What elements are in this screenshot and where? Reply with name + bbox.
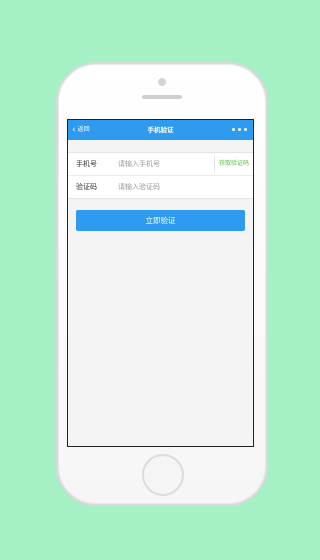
more-dots-icon[interactable] [232, 128, 247, 131]
phone-screen: ‹ 返回 手机验证 手机号 获取验证码 验证码 立即验证 [67, 119, 254, 447]
dot [232, 128, 235, 131]
verify-form: 手机号 获取验证码 验证码 [68, 152, 253, 199]
phone-row: 手机号 获取验证码 [68, 153, 253, 175]
code-row: 验证码 [68, 175, 253, 198]
code-label: 验证码 [76, 183, 97, 191]
page-title: 手机验证 [147, 126, 174, 134]
dot [244, 128, 247, 131]
get-code-button[interactable]: 获取验证码 [213, 156, 253, 172]
home-button[interactable] [142, 454, 184, 496]
speaker-grille [142, 95, 182, 99]
dot [238, 128, 241, 131]
camera-icon [158, 78, 166, 86]
phone-input[interactable] [118, 160, 198, 168]
phone-label: 手机号 [76, 160, 97, 168]
verify-now-button[interactable]: 立即验证 [76, 210, 245, 231]
top-nav-bar: ‹ 返回 手机验证 [68, 120, 253, 140]
code-input[interactable] [118, 183, 198, 191]
